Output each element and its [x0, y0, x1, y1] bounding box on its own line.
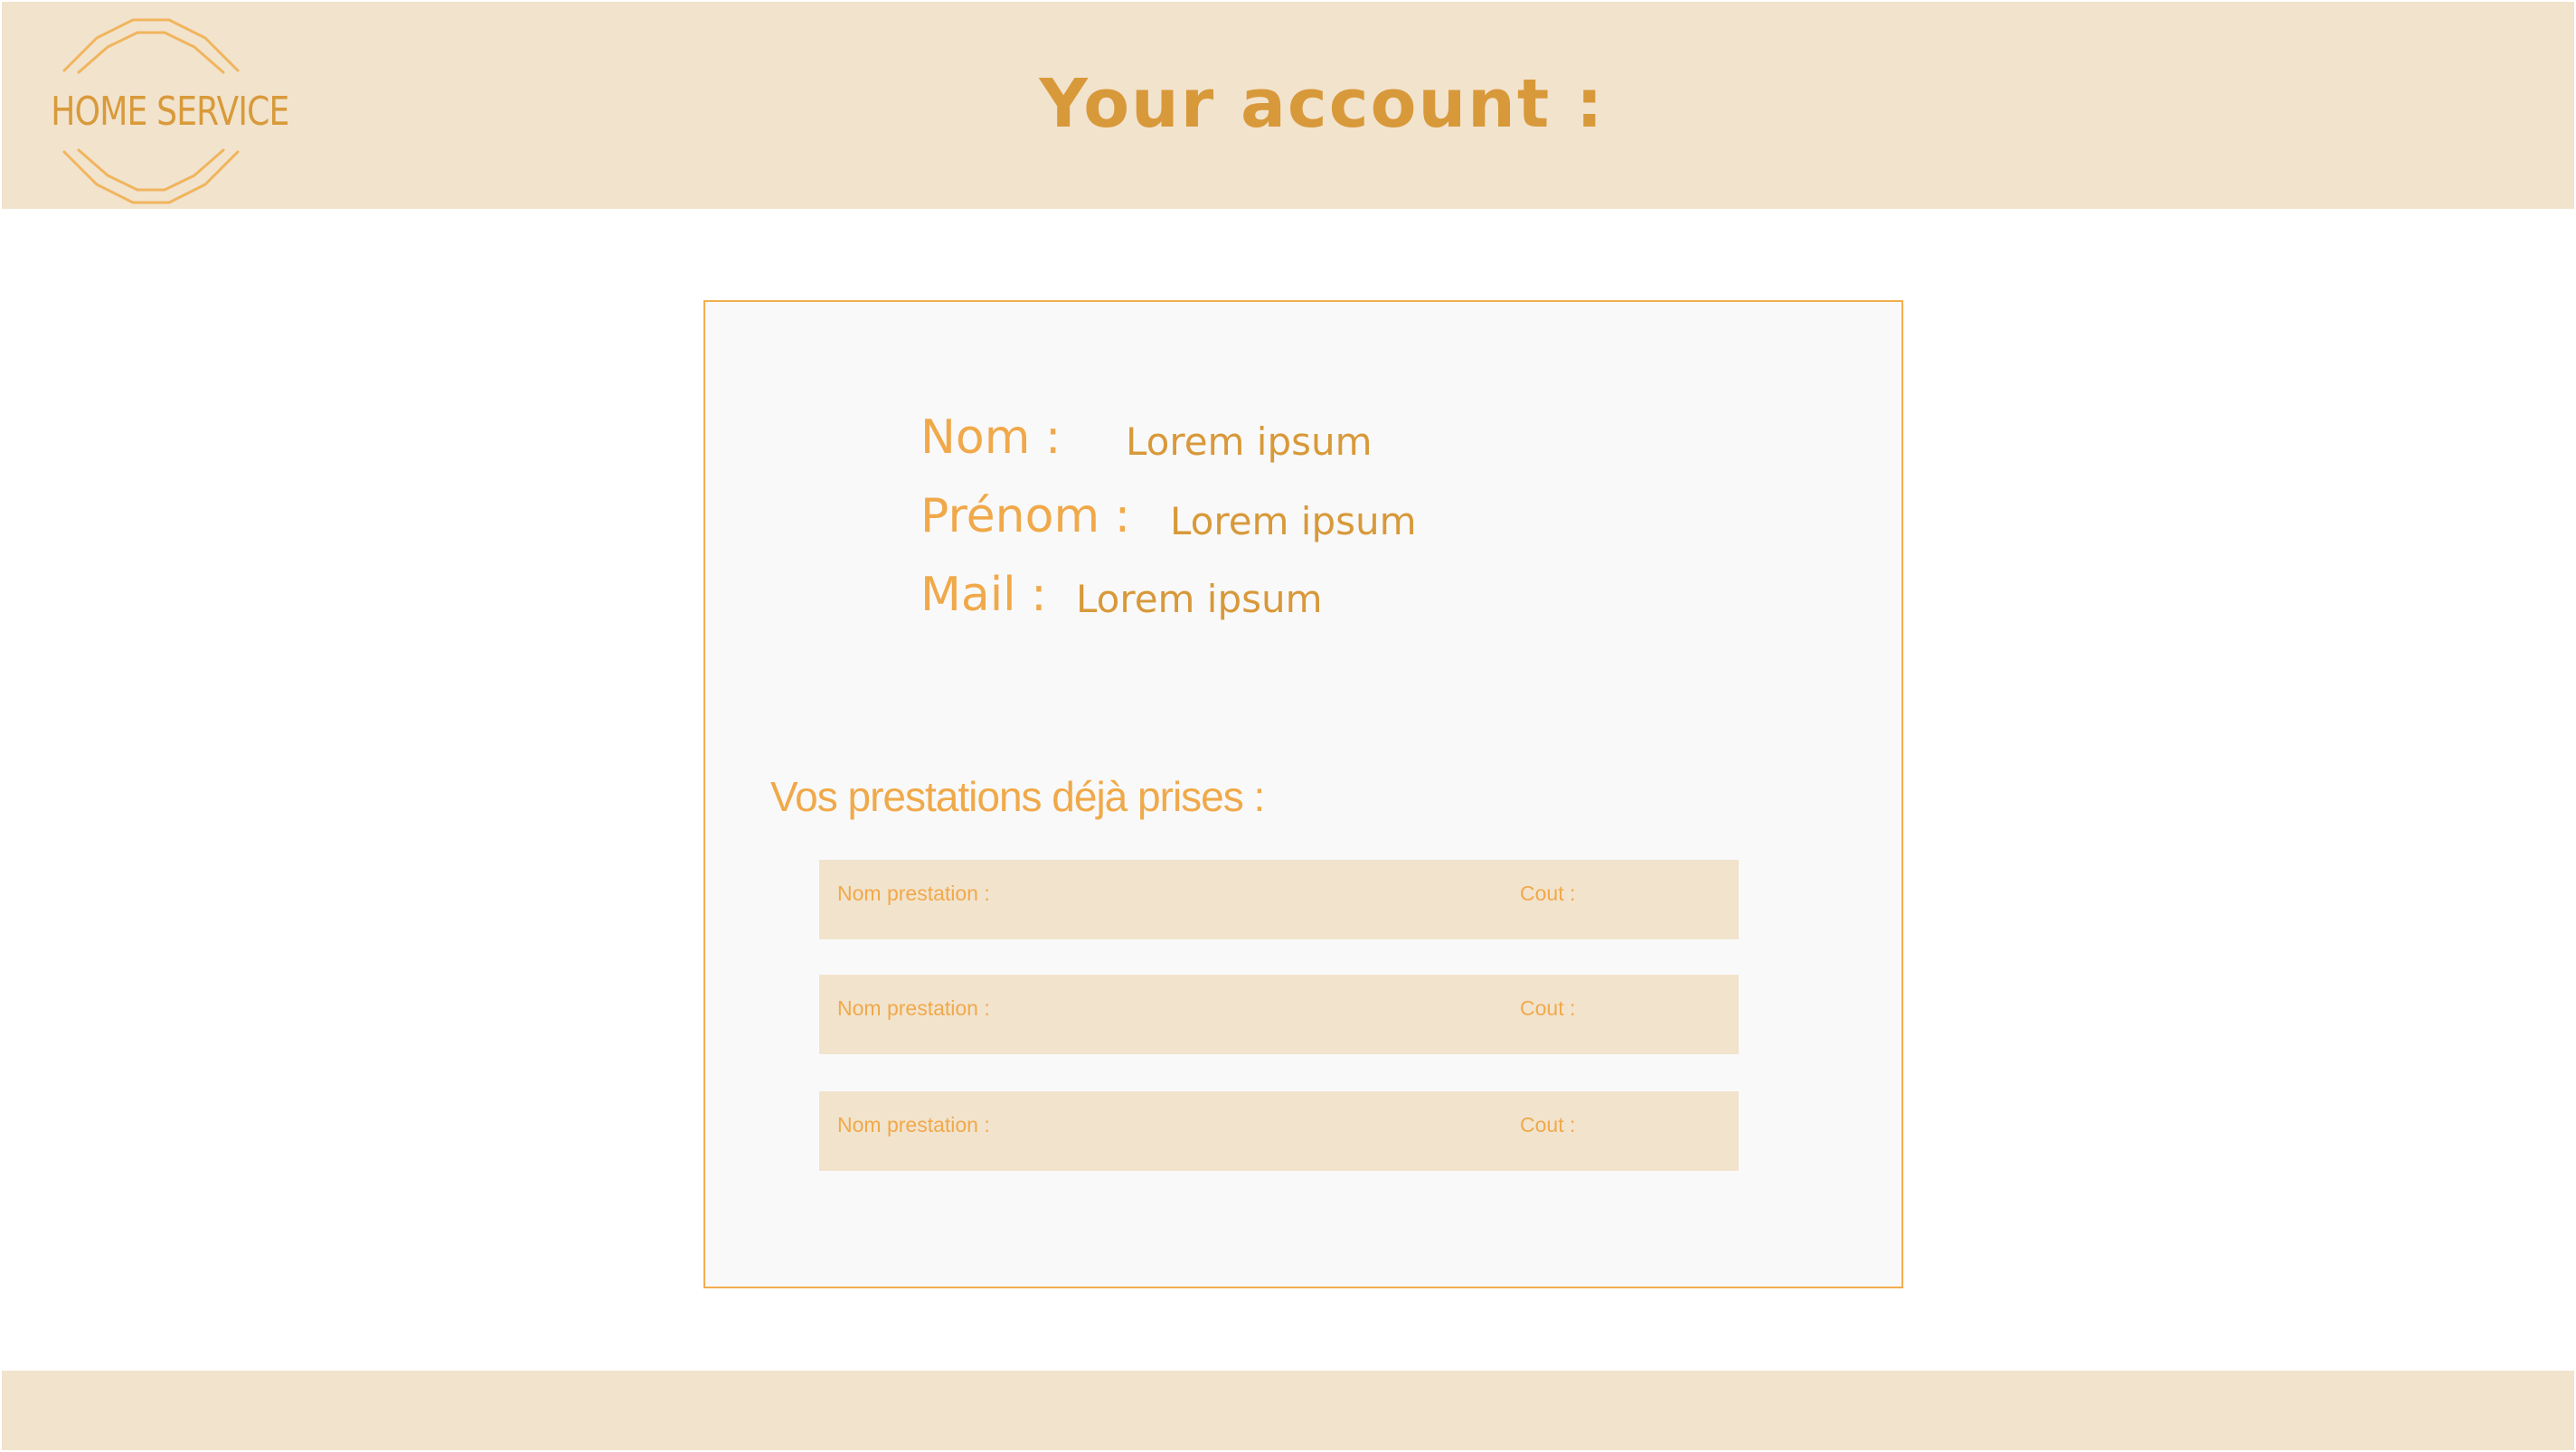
service-name-label: Nom prestation :	[837, 1113, 990, 1136]
page-title: Your account :	[1039, 65, 1605, 143]
service-row[interactable]: Nom prestation : Cout :	[819, 860, 1739, 939]
field-value-prenom: Lorem ipsum	[1170, 499, 1417, 543]
field-value-nom: Lorem ipsum	[1126, 420, 1373, 464]
service-cost-label: Cout :	[1520, 882, 1576, 905]
service-cost-label: Cout :	[1520, 996, 1576, 1020]
field-label-prenom: Prénom :	[920, 489, 1131, 543]
service-name-label: Nom prestation :	[837, 996, 990, 1020]
field-value-mail: Lorem ipsum	[1076, 577, 1323, 621]
account-card: Nom : Lorem ipsum Prénom : Lorem ipsum M…	[703, 300, 1903, 1288]
logo-text: HOME SERVICE	[51, 89, 289, 135]
field-label-mail: Mail :	[920, 568, 1047, 622]
home-service-logo[interactable]: HOME SERVICE	[29, 18, 289, 208]
field-label-nom: Nom :	[920, 410, 1062, 465]
services-section-title: Vos prestations déjà prises :	[770, 773, 1265, 820]
header-bar: HOME SERVICE Your account :	[2, 2, 2574, 209]
service-cost-label: Cout :	[1520, 1113, 1576, 1136]
footer-bar	[2, 1371, 2574, 1450]
service-row[interactable]: Nom prestation : Cout :	[819, 975, 1739, 1054]
service-name-label: Nom prestation :	[837, 882, 990, 905]
service-row[interactable]: Nom prestation : Cout :	[819, 1091, 1739, 1171]
